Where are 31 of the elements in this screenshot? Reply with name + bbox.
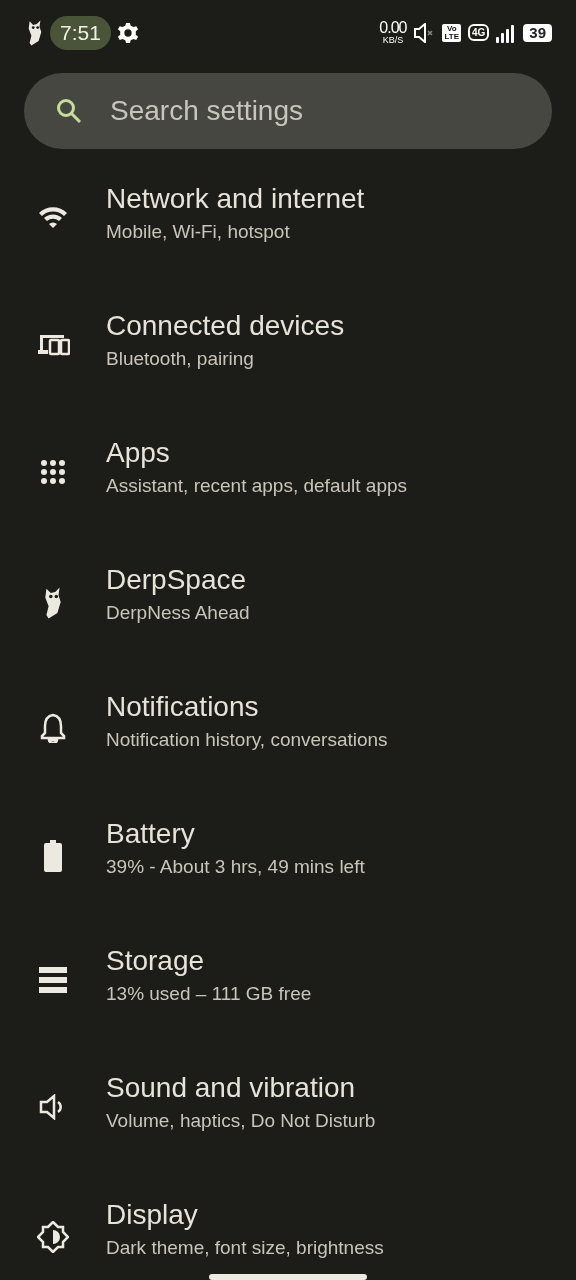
clock: 7:51 xyxy=(50,15,111,50)
owl-icon xyxy=(42,586,64,620)
gesture-bar[interactable] xyxy=(209,1274,367,1280)
volte-badge: Vo LTE xyxy=(442,23,461,42)
search-input[interactable]: Search settings xyxy=(108,94,492,128)
signal-icon xyxy=(496,22,517,43)
bell-icon xyxy=(40,713,66,743)
settings-icon xyxy=(116,21,139,44)
search-field[interactable]: Search settings xyxy=(24,73,552,149)
settings-item[interactable]: Battery 39% - About 3 hrs, 49 mins left xyxy=(0,818,576,945)
battery-icon xyxy=(43,840,63,872)
network-speed: 0.00 xyxy=(379,20,407,36)
storage-icon xyxy=(39,967,67,993)
network-type-badge: 4G xyxy=(467,24,490,41)
battery-level: 39 xyxy=(523,23,552,42)
settings-item[interactable]: DerpSpace DerpNess Ahead xyxy=(0,564,576,691)
devices-icon xyxy=(36,332,70,356)
settings-item[interactable]: Network and internet Mobile, Wi-Fi, hotspot xyxy=(0,183,576,310)
wifi-icon xyxy=(38,205,68,229)
settings-item[interactable]: Storage 13% used – 111 GB free xyxy=(0,945,576,1072)
mute-icon xyxy=(413,22,436,43)
settings-item[interactable]: Notifications Notification history, conversations xyxy=(0,691,576,818)
settings-item[interactable]: Apps Assistant, recent apps, default apps xyxy=(0,437,576,564)
search-icon xyxy=(56,98,82,124)
settings-item[interactable]: Sound and vibration Volume, haptics, Do Not Disturb xyxy=(0,1072,576,1199)
speed-unit: KB/S xyxy=(382,36,404,45)
brightness-icon xyxy=(37,1221,69,1253)
apps-grid-icon xyxy=(40,459,66,485)
owl-icon xyxy=(26,18,44,47)
settings-item[interactable]: Display Dark theme, font size, brightness xyxy=(0,1199,576,1280)
settings-item[interactable]: Connected devices Bluetooth, pairing xyxy=(0,310,576,437)
